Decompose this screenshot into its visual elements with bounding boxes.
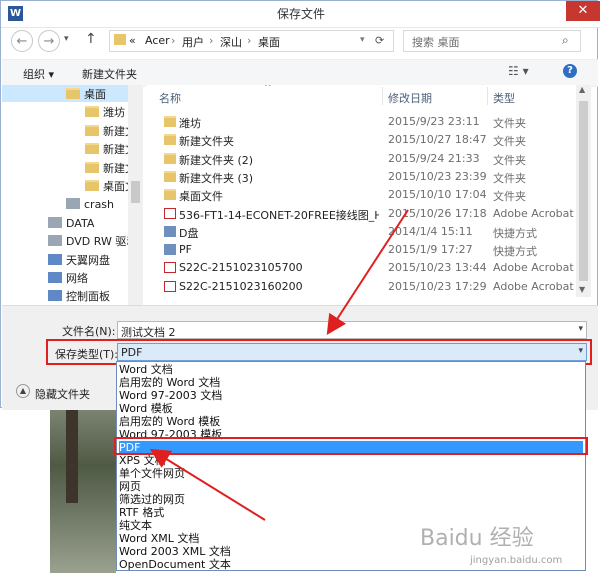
watermark-url: jingyan.baidu.com: [470, 555, 563, 566]
annotation-arrow: [326, 209, 409, 336]
annotation-arrow: [149, 448, 266, 521]
annotation-arrows: [149, 209, 409, 521]
